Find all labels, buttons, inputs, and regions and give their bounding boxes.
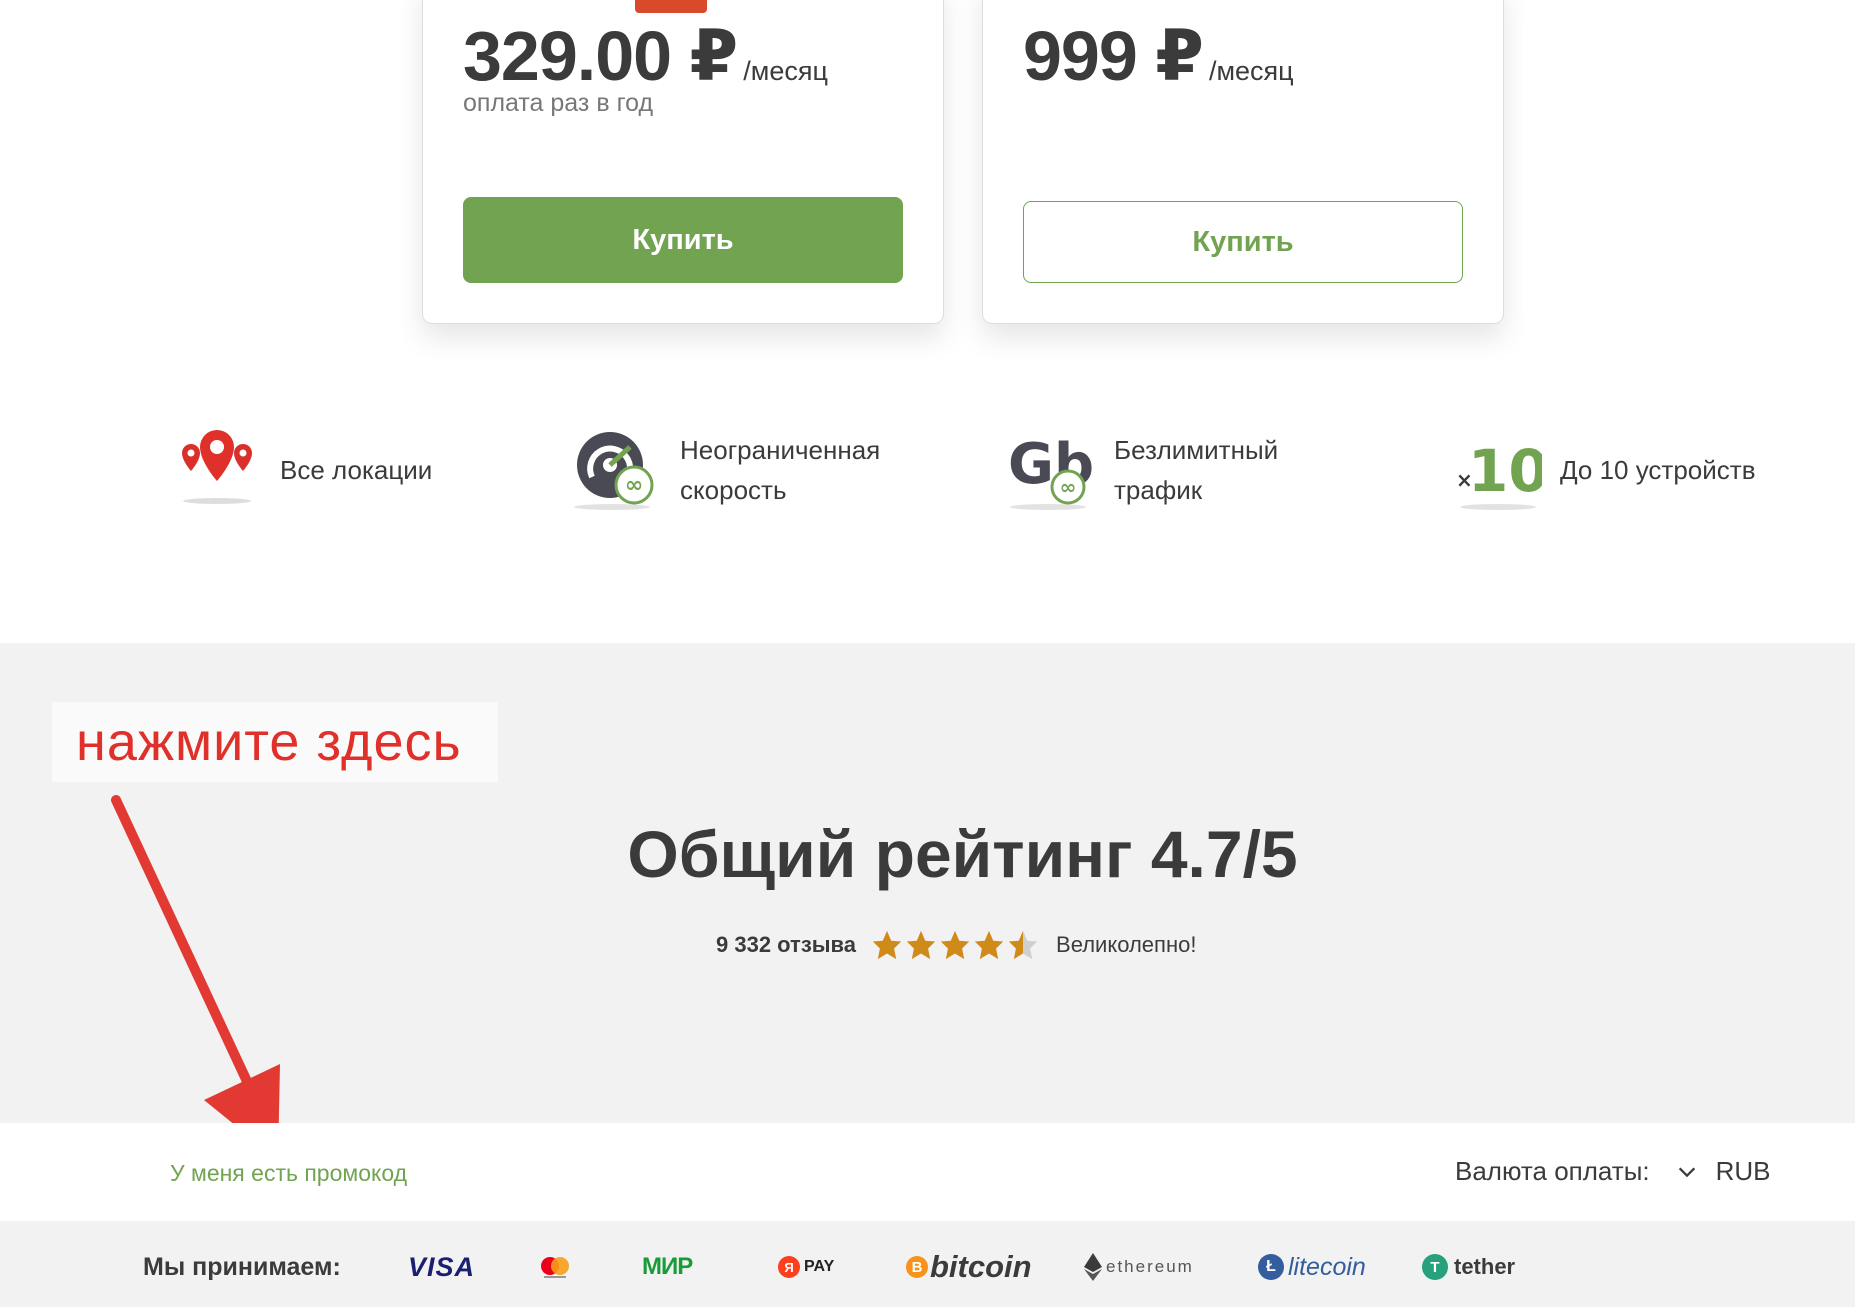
currency-label: Валюта оплаты: xyxy=(1455,1156,1650,1186)
tether-icon: T xyxy=(1422,1254,1448,1280)
tether-logo: T tether xyxy=(1422,1248,1515,1286)
yandex-pay-logo: Я PAY xyxy=(778,1248,834,1286)
bitcoin-logo: B bitcoin xyxy=(906,1248,1032,1286)
star-icon xyxy=(906,930,936,960)
ethereum-logo: ethereum xyxy=(1084,1248,1194,1286)
bitcoin-icon: B xyxy=(906,1256,928,1278)
rating-stars xyxy=(870,928,1040,962)
mir-logo: МИР xyxy=(642,1253,693,1280)
star-icon xyxy=(872,930,902,960)
rating-verdict: Великолепно! xyxy=(1056,932,1197,957)
litecoin-logo: Ł litecoin xyxy=(1258,1248,1366,1286)
ethereum-icon xyxy=(1084,1253,1102,1281)
currency-value[interactable]: RUB xyxy=(1716,1156,1771,1187)
half-star-icon xyxy=(1008,930,1038,960)
star-icon xyxy=(940,930,970,960)
rating-summary: 9 332 отзыва Великолепно! xyxy=(716,928,1196,962)
yandex-icon: Я xyxy=(778,1256,800,1278)
annotation-arrow-icon xyxy=(111,795,280,1160)
rating-title: Общий рейтинг 4.7/5 xyxy=(627,817,1298,891)
promo-code-link[interactable]: У меня есть промокод xyxy=(170,1160,407,1187)
star-icon xyxy=(974,930,1004,960)
currency-selector[interactable]: Валюта оплаты: RUB xyxy=(1455,1156,1771,1187)
chevron-down-icon[interactable] xyxy=(1676,1161,1698,1183)
litecoin-icon: Ł xyxy=(1258,1254,1284,1280)
payments-label: Мы принимаем: xyxy=(143,1253,341,1281)
mastercard-logo xyxy=(538,1248,572,1286)
visa-logo: VISA xyxy=(408,1251,476,1282)
reviews-count[interactable]: 9 332 отзыва xyxy=(716,932,856,958)
